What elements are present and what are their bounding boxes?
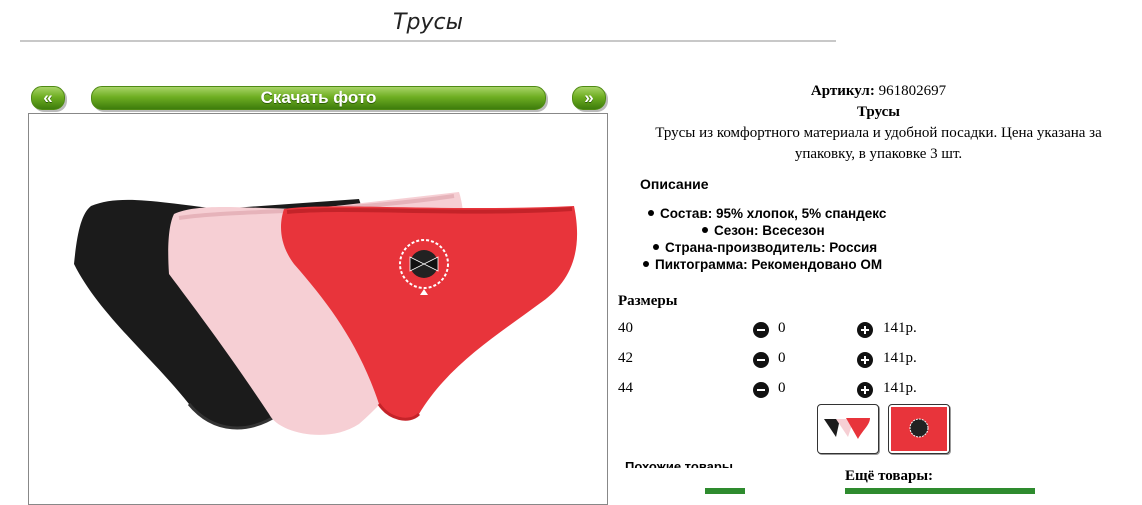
quantity-value: 0	[778, 380, 786, 396]
page-title: Трусы	[393, 10, 463, 35]
sizes-heading: Размеры	[618, 293, 678, 309]
size-row: 42 0 141р.	[618, 350, 948, 372]
minus-icon[interactable]	[753, 352, 769, 368]
thumbnail-image	[824, 418, 870, 439]
thumbnail-image	[891, 407, 947, 451]
property-item: Пиктограмма: Рекомендовано ОМ	[643, 257, 882, 272]
article-label: Артикул:	[810, 83, 875, 99]
plus-icon[interactable]	[857, 382, 873, 398]
minus-icon[interactable]	[753, 322, 769, 338]
property-item: Страна-производитель: Россия	[653, 240, 877, 255]
plus-icon[interactable]	[857, 352, 873, 368]
bullet-icon	[702, 227, 708, 234]
article-value: 961802697	[878, 83, 947, 99]
minus-icon[interactable]	[753, 382, 769, 398]
download-photo-button[interactable]: Скачать фото	[91, 86, 546, 110]
size-row: 40 0 141р.	[618, 320, 948, 342]
thumbnail-2[interactable]	[888, 404, 950, 454]
product-photo[interactable]	[28, 113, 608, 505]
property-text: Страна-производитель: Россия	[665, 240, 878, 255]
more-products-heading: Ещё товары:	[845, 468, 934, 484]
price: 141р.	[883, 350, 917, 366]
product-photo-image	[74, 192, 578, 435]
size-label: 44	[618, 380, 633, 396]
bullet-icon	[653, 244, 659, 251]
bullet-icon	[648, 210, 654, 217]
quantity-value: 0	[778, 320, 786, 336]
size-label: 40	[618, 320, 633, 336]
quantity-value: 0	[778, 350, 786, 366]
property-text: Состав: 95% хлопок, 5% спандекс	[660, 206, 887, 221]
price: 141р.	[883, 320, 917, 336]
plus-icon[interactable]	[857, 322, 873, 338]
title-divider	[20, 40, 836, 42]
thumbnail-1[interactable]	[817, 404, 879, 454]
more-products-link[interactable]	[845, 488, 1035, 494]
product-description: Трусы из комфортного материала и удобной…	[615, 123, 1142, 165]
property-item: Состав: 95% хлопок, 5% спандекс	[648, 206, 886, 221]
prev-photo-button[interactable]: «	[31, 86, 65, 110]
price: 141р.	[883, 380, 917, 396]
description-line-1: Трусы из комфортного материала и удобной…	[655, 125, 1102, 141]
size-label: 42	[618, 350, 633, 366]
product-name: Трусы	[857, 104, 900, 120]
more-products-link[interactable]	[705, 488, 745, 494]
property-text: Пиктограмма: Рекомендовано ОМ	[655, 257, 883, 272]
size-row: 44 0 141р.	[618, 380, 948, 402]
property-item: Сезон: Всесезон	[702, 223, 825, 238]
article: Артикул: 961802697	[615, 83, 1142, 100]
similar-products-heading: Похожие товары	[625, 459, 733, 474]
bullet-icon	[643, 261, 649, 268]
description-line-2: упаковку, в упаковке 3 шт.	[794, 146, 963, 162]
next-photo-button[interactable]: »	[572, 86, 606, 110]
description-heading: Описание	[640, 176, 709, 192]
property-text: Сезон: Всесезон	[714, 223, 825, 238]
